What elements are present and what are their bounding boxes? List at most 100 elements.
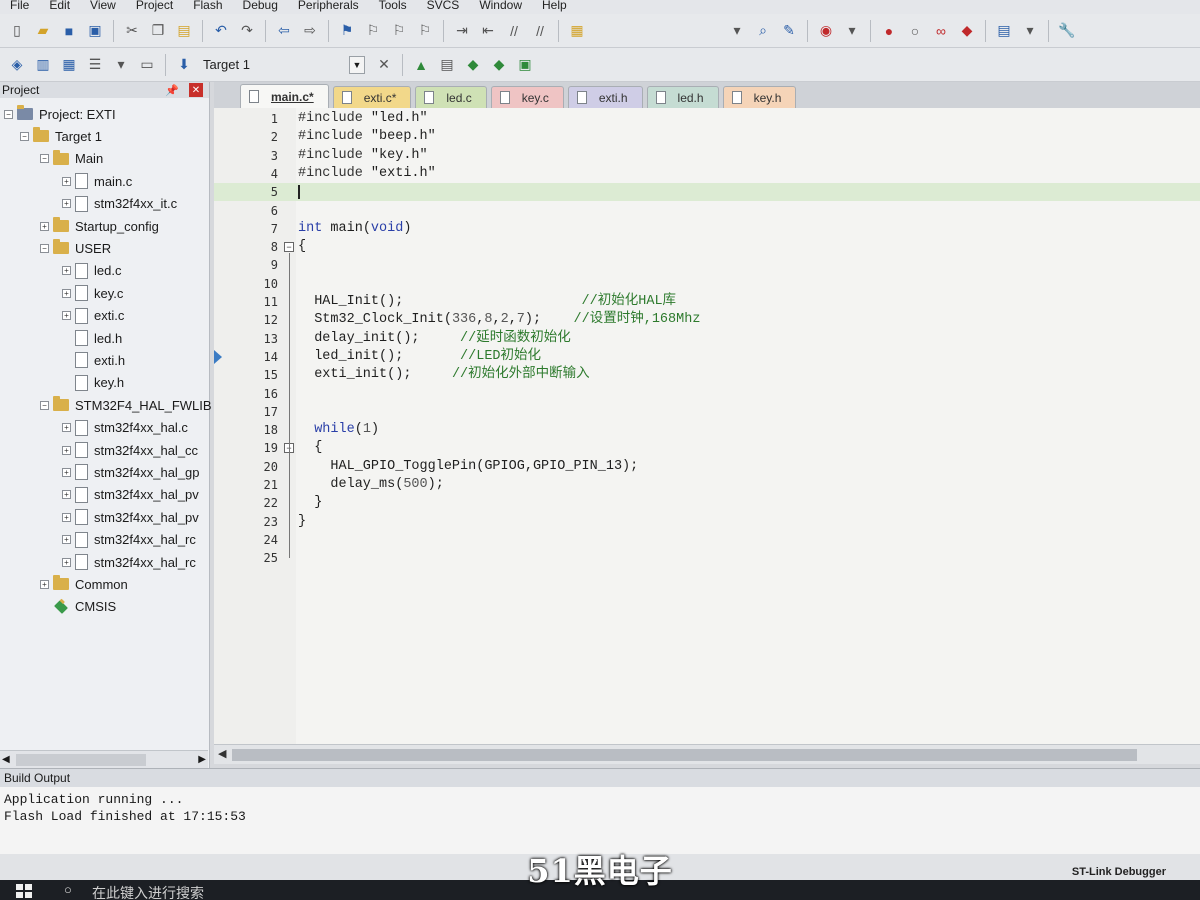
menu-item-tools[interactable]: Tools — [369, 0, 417, 11]
breakpoint-disable-icon[interactable]: ○ — [904, 20, 926, 42]
download-icon[interactable]: ⬇ — [173, 54, 195, 76]
build-icon[interactable]: ▥ — [32, 54, 54, 76]
tree-item[interactable]: key.h — [62, 373, 124, 393]
batch-dropdown-icon[interactable]: ▾ — [110, 54, 132, 76]
batch-build-icon[interactable]: ☰ — [84, 54, 106, 76]
code-line[interactable]: 1 #include "led.h" — [214, 110, 1200, 128]
expand-icon[interactable]: + — [62, 445, 71, 455]
tree-item[interactable]: + main.c — [62, 171, 132, 191]
tree-item[interactable]: + led.c — [62, 261, 121, 281]
manage-project-items-icon[interactable]: ▲ — [410, 54, 432, 76]
breakpoint-disable-all-icon[interactable]: ∞ — [930, 20, 952, 42]
code-line[interactable]: 22 } — [214, 494, 1200, 512]
expand-icon[interactable]: + — [62, 423, 71, 433]
expand-icon[interactable]: + — [62, 490, 71, 500]
cut-icon[interactable]: ✂ — [121, 20, 143, 42]
undo-icon[interactable]: ↶ — [210, 20, 232, 42]
tab-key-h[interactable]: key.h — [722, 86, 797, 108]
tree-item[interactable]: + stm32f4xx_hal.c — [62, 418, 188, 438]
project-hscrollbar[interactable]: ◀ ▶ — [0, 750, 208, 768]
code-line[interactable]: 23} — [214, 513, 1200, 531]
code-line[interactable]: 15 exti_init(); //初始化外部中断输入 — [214, 366, 1200, 384]
manage-rte-icon[interactable]: ◆ — [462, 54, 484, 76]
code-line[interactable]: 18 while(1) — [214, 421, 1200, 439]
code-line[interactable]: 3 #include "key.h" — [214, 147, 1200, 165]
tab-exti-h[interactable]: exti.h — [567, 86, 643, 108]
pin-icon[interactable]: 📌 — [165, 84, 179, 97]
tree-item[interactable]: − Project: EXTI — [4, 104, 116, 124]
menu-item-svcs[interactable]: SVCS — [417, 0, 470, 11]
bookmark-prev-icon[interactable]: ⚐ — [362, 20, 384, 42]
code-line[interactable]: 4 #include "exti.h" — [214, 165, 1200, 183]
expand-icon[interactable]: + — [62, 557, 71, 567]
expand-icon[interactable]: + — [62, 288, 71, 298]
tree-item[interactable]: + exti.c — [62, 306, 124, 326]
tree-item[interactable]: led.h — [62, 328, 122, 348]
code-line[interactable]: 24 — [214, 531, 1200, 549]
expand-icon[interactable]: + — [40, 579, 49, 589]
tab-led-h[interactable]: led.h — [646, 86, 719, 108]
code-line[interactable]: 5 — [214, 183, 1200, 202]
new-file-icon[interactable]: ▯ — [6, 20, 28, 42]
code-line[interactable]: 6 — [214, 202, 1200, 220]
comment-icon[interactable]: // — [503, 20, 525, 42]
menu-item-help[interactable]: Help — [532, 0, 577, 11]
tree-item[interactable]: − STM32F4_HAL_FWLIB — [40, 395, 212, 415]
menu-item-peripherals[interactable]: Peripherals — [288, 0, 369, 11]
window-layout-icon[interactable]: ▤ — [993, 20, 1015, 42]
code-line[interactable]: 19 { — [214, 439, 1200, 457]
uncomment-icon[interactable]: // — [529, 20, 551, 42]
bookmark-clear-icon[interactable]: ⚐ — [414, 20, 436, 42]
find-in-files-icon[interactable]: ▦ — [566, 20, 588, 42]
nav-back-icon[interactable]: ⇦ — [273, 20, 295, 42]
collapse-icon[interactable]: − — [4, 109, 13, 119]
open-folder-icon[interactable]: ▰ — [32, 20, 54, 42]
tab-exti-c-[interactable]: exti.c* — [332, 86, 412, 108]
target-options-icon[interactable]: ✕ — [373, 54, 395, 76]
scroll-thumb[interactable] — [16, 753, 146, 766]
expand-icon[interactable]: + — [62, 176, 71, 186]
code-line[interactable]: 25 — [214, 549, 1200, 567]
tree-item[interactable]: CMSIS — [40, 597, 116, 617]
code-editor[interactable]: 1 #include "led.h" 2 #include "beep.h" 3 #inc… — [214, 108, 1200, 744]
scroll-left-icon[interactable]: ◀ — [218, 747, 226, 760]
tree-item[interactable]: − Main — [40, 149, 103, 169]
configure-icon[interactable]: 🔧 — [1056, 20, 1078, 42]
tree-item[interactable]: + stm32f4xx_hal_rc — [62, 530, 196, 550]
tree-item[interactable]: − Target 1 — [20, 126, 102, 146]
unindent-icon[interactable]: ⇤ — [477, 20, 499, 42]
incremental-find-icon[interactable]: ⌕ — [752, 20, 774, 42]
menu-item-flash[interactable]: Flash — [183, 0, 232, 11]
code-line[interactable]: 10 — [214, 275, 1200, 293]
tree-item[interactable]: exti.h — [62, 350, 125, 370]
code-line[interactable]: 7 int main(void) — [214, 220, 1200, 238]
tree-item[interactable]: + stm32f4xx_hal_cc — [62, 440, 198, 460]
tree-item[interactable]: + stm32f4xx_hal_gp — [62, 462, 200, 482]
stop-build-icon[interactable]: ▭ — [136, 54, 158, 76]
target-dropdown-icon[interactable]: ▼ — [349, 55, 365, 74]
find-combo-icon[interactable]: ▾ — [726, 20, 748, 42]
code-line[interactable]: 11 HAL_Init(); //初始化HAL库 — [214, 293, 1200, 311]
close-icon[interactable]: ✕ — [189, 83, 203, 97]
save-all-icon[interactable]: ▣ — [84, 20, 106, 42]
copy-icon[interactable]: ❐ — [147, 20, 169, 42]
save-icon[interactable]: ■ — [58, 20, 80, 42]
menu-item-view[interactable]: View — [80, 0, 126, 11]
translate-icon[interactable]: ◈ — [6, 54, 28, 76]
rebuild-icon[interactable]: ▦ — [58, 54, 80, 76]
pack-installer-icon[interactable]: ◆ — [488, 54, 510, 76]
select-packs-icon[interactable]: ▤ — [436, 54, 458, 76]
code-line[interactable]: 13 delay_init(); //延时函数初始化 — [214, 330, 1200, 348]
expand-icon[interactable]: + — [62, 467, 71, 477]
tree-item[interactable]: + stm32f4xx_hal_rc — [62, 552, 196, 572]
bookmark-icon[interactable]: ⚑ — [336, 20, 358, 42]
breakpoint-insert-icon[interactable]: ● — [878, 20, 900, 42]
code-line[interactable]: 9 — [214, 256, 1200, 274]
menu-item-debug[interactable]: Debug — [233, 0, 288, 11]
nav-forward-icon[interactable]: ⇨ — [299, 20, 321, 42]
target-select[interactable]: Target 1 — [203, 57, 349, 72]
tab-main-c-[interactable]: main.c* — [240, 84, 329, 108]
expand-icon[interactable]: + — [40, 221, 49, 231]
replace-icon[interactable]: ✎ — [778, 20, 800, 42]
menu-item-project[interactable]: Project — [126, 0, 183, 11]
